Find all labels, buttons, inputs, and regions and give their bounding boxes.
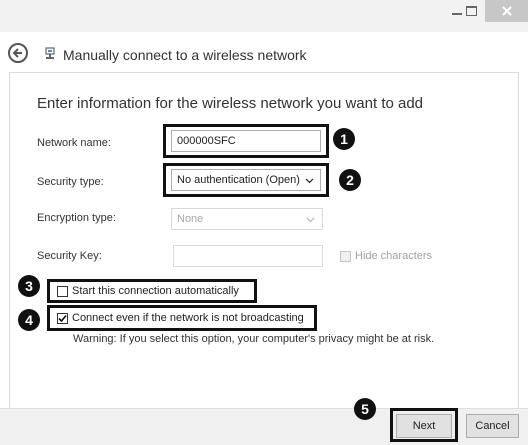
checkmark-icon xyxy=(58,314,67,323)
maximize-icon xyxy=(465,6,477,16)
close-button[interactable] xyxy=(485,0,528,22)
network-name-input[interactable]: 000000SFC xyxy=(171,130,321,152)
connect-broadcast-checkbox[interactable] xyxy=(57,313,68,324)
back-button[interactable] xyxy=(8,43,28,63)
next-button[interactable]: Next xyxy=(396,414,452,438)
network-name-value: 000000SFC xyxy=(177,135,236,147)
instruction-heading: Enter information for the wireless netwo… xyxy=(37,95,424,112)
network-name-label: Network name: xyxy=(37,137,111,149)
security-type-select[interactable]: No authentication (Open) xyxy=(171,169,321,191)
security-type-value: No authentication (Open) xyxy=(177,174,300,186)
security-key-input[interactable] xyxy=(173,245,323,267)
privacy-warning: Warning: If you select this option, your… xyxy=(73,333,435,345)
wireless-network-icon xyxy=(45,47,55,59)
callout-2: 2 xyxy=(339,169,361,191)
security-key-label: Security Key: xyxy=(37,250,102,262)
title-bar xyxy=(0,0,528,32)
callout-1: 1 xyxy=(333,128,355,150)
content-panel xyxy=(9,72,519,408)
maximize-button[interactable] xyxy=(458,0,484,22)
chevron-down-icon xyxy=(305,178,314,184)
connect-broadcast-label: Connect even if the network is not broad… xyxy=(72,312,304,324)
security-type-label: Security type: xyxy=(37,176,104,188)
hide-characters-label: Hide characters xyxy=(355,250,433,262)
cancel-button[interactable]: Cancel xyxy=(466,414,519,438)
encryption-type-select[interactable]: None xyxy=(171,208,323,230)
callout-5: 5 xyxy=(354,398,376,420)
encryption-type-label: Encryption type: xyxy=(37,212,116,224)
close-icon xyxy=(501,6,512,16)
window-title: Manually connect to a wireless network xyxy=(63,47,307,63)
start-automatically-label: Start this connection automatically xyxy=(72,285,239,297)
callout-3: 3 xyxy=(18,275,40,297)
encryption-type-value: None xyxy=(177,213,204,225)
back-arrow-icon xyxy=(12,48,22,58)
start-automatically-checkbox[interactable] xyxy=(57,286,68,297)
callout-4: 4 xyxy=(18,309,40,331)
chevron-down-icon xyxy=(306,217,315,223)
hide-characters-checkbox[interactable] xyxy=(340,251,351,262)
